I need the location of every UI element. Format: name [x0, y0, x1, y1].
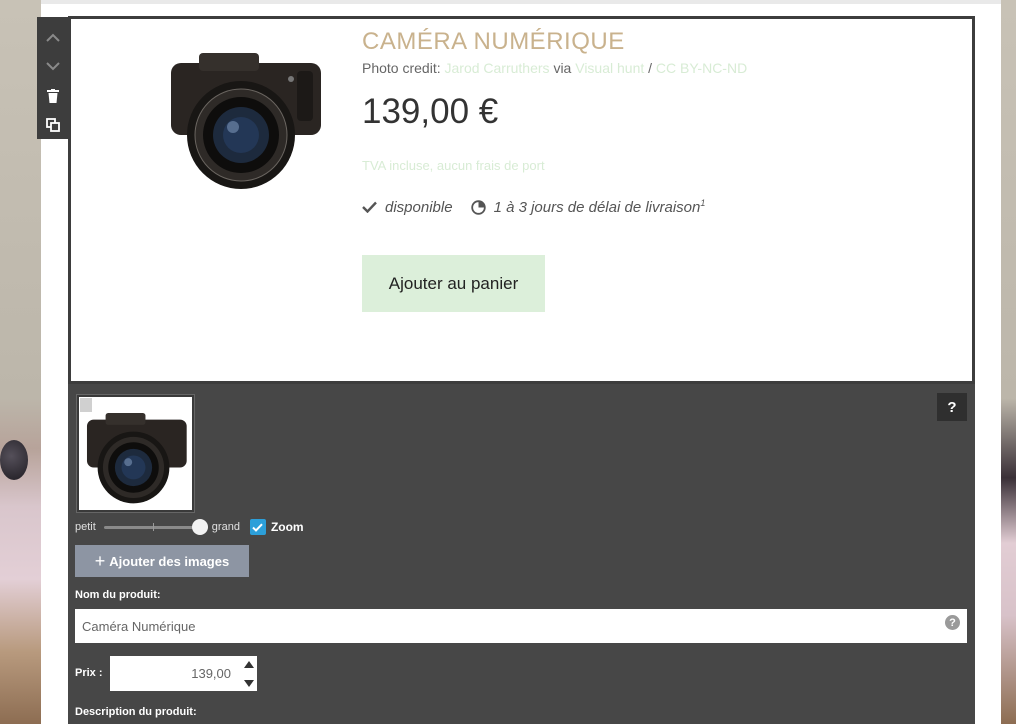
- product-name-input[interactable]: [75, 609, 967, 643]
- delivery-time: 1 à 3 jours de délai de livraison1: [493, 198, 706, 216]
- image-thumbnail[interactable]: [77, 395, 194, 512]
- size-small-label: petit: [75, 521, 96, 533]
- credit-license-link[interactable]: CC BY-NC-ND: [656, 60, 747, 76]
- duplicate-block-button[interactable]: [37, 110, 69, 139]
- background-photo-left: [0, 0, 41, 724]
- clock-icon: [470, 199, 486, 215]
- name-help-icon[interactable]: ?: [945, 615, 960, 630]
- price-stepper[interactable]: [244, 661, 254, 687]
- add-images-label: Ajouter des images: [109, 553, 230, 569]
- slider-handle[interactable]: [191, 519, 208, 535]
- caret-down-icon[interactable]: [244, 680, 254, 687]
- photo-credit: Photo credit: Jarod Carruthers via Visua…: [362, 60, 922, 76]
- size-large-label: grand: [211, 521, 240, 533]
- product-title: CAMÉRA NUMÉRIQUE: [362, 28, 625, 55]
- checkmark-icon: [252, 523, 264, 532]
- copy-icon: [46, 117, 60, 132]
- camera-thumbnail-image: [86, 412, 187, 504]
- block-toolbar: [37, 17, 69, 139]
- product-price: 139,00 €: [362, 92, 499, 131]
- product-editor-panel: ? petit grand Zoom + Ajouter des images …: [68, 384, 975, 724]
- price-label: Prix :: [75, 667, 103, 679]
- credit-via: via: [553, 60, 572, 76]
- move-up-button[interactable]: [37, 23, 69, 52]
- zoom-checkbox[interactable]: [249, 519, 266, 535]
- chevron-down-icon: [46, 62, 60, 71]
- chevron-up-icon: [46, 33, 60, 42]
- credit-source-link[interactable]: Visual hunt: [575, 60, 644, 76]
- availability-status: disponible: [385, 198, 453, 216]
- price-input[interactable]: [110, 656, 257, 691]
- product-preview: CAMÉRA NUMÉRIQUE Photo credit: Jarod Car…: [68, 16, 975, 384]
- delete-block-button[interactable]: [37, 81, 69, 110]
- credit-author-link[interactable]: Jarod Carruthers: [445, 60, 550, 76]
- credit-prefix: Photo credit:: [362, 60, 441, 76]
- tax-note: TVA incluse, aucun frais de port: [362, 158, 545, 173]
- image-size-slider[interactable]: [103, 519, 208, 535]
- availability-row: disponible 1 à 3 jours de délai de livra…: [362, 198, 922, 216]
- remove-image-handle[interactable]: [80, 398, 92, 412]
- product-info: CAMÉRA NUMÉRIQUE Photo credit: Jarod Car…: [362, 28, 922, 216]
- zoom-label: Zoom: [270, 520, 304, 534]
- image-size-control: petit grand Zoom: [75, 519, 304, 535]
- add-to-cart-button[interactable]: Ajouter au panier: [362, 255, 545, 312]
- camera-image: [171, 53, 321, 189]
- caret-up-icon[interactable]: [244, 661, 254, 668]
- credit-separator: /: [648, 60, 653, 76]
- move-down-button[interactable]: [37, 52, 69, 81]
- delivery-footnote: 1: [700, 198, 706, 208]
- description-label: Description du produit:: [75, 706, 197, 718]
- check-icon: [362, 201, 377, 213]
- product-name-label: Nom du produit:: [75, 589, 161, 601]
- trash-icon: [47, 88, 59, 103]
- background-photo-right: [1001, 0, 1016, 724]
- plus-icon: +: [94, 550, 106, 571]
- help-button[interactable]: ?: [937, 393, 967, 421]
- add-images-button[interactable]: + Ajouter des images: [75, 545, 249, 577]
